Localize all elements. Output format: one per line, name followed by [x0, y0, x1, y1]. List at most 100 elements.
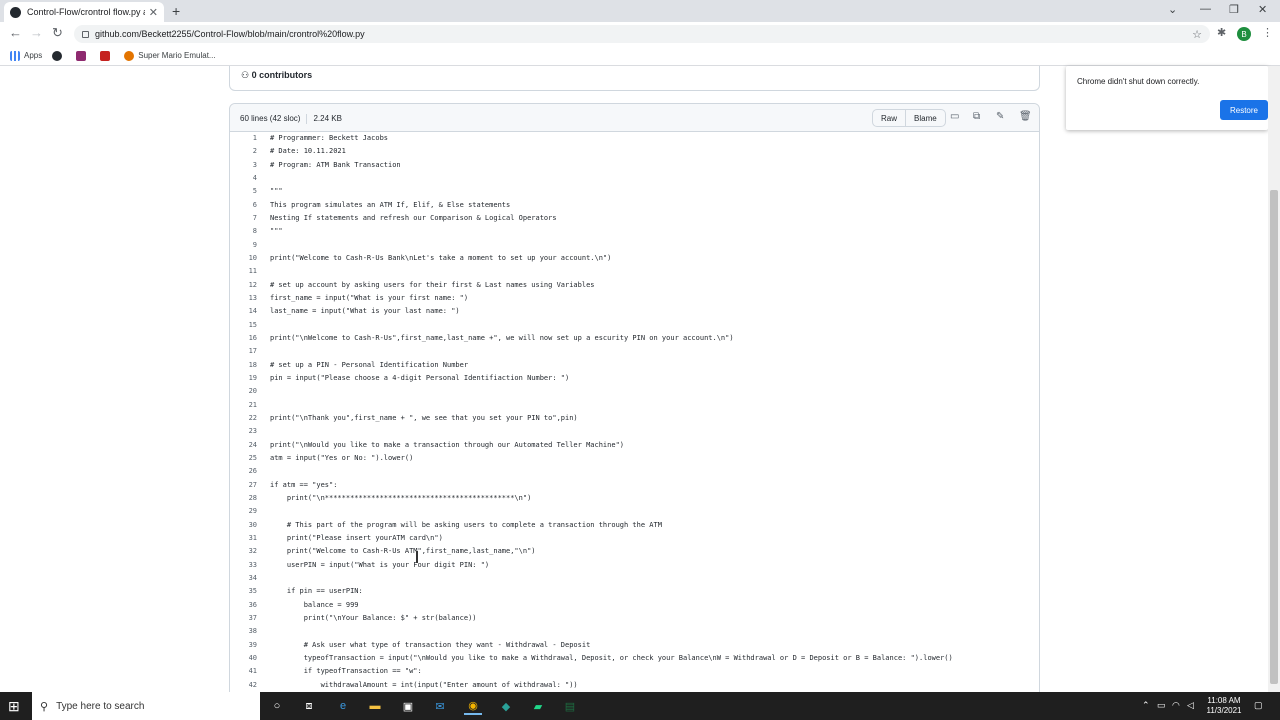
scrollbar-thumb[interactable]: [1270, 190, 1278, 684]
search-placeholder: Type here to search: [56, 700, 145, 712]
line-number[interactable]: 25: [230, 454, 257, 462]
line-number[interactable]: 34: [230, 574, 257, 582]
back-icon[interactable]: ←: [9, 25, 22, 40]
new-tab-icon[interactable]: +: [172, 3, 180, 19]
bookmark-apps[interactable]: Apps: [10, 50, 43, 61]
code-line: 41 if typeofTransaction == "w":: [230, 667, 1039, 680]
restore-window-icon[interactable]: ❐: [1229, 3, 1239, 16]
chrome-icon[interactable]: ◉: [464, 697, 482, 715]
line-number[interactable]: 2: [230, 147, 257, 155]
restore-button[interactable]: Restore: [1220, 100, 1268, 120]
file-explorer-icon[interactable]: ▬: [366, 697, 384, 715]
menu-icon[interactable]: ⋮: [1262, 26, 1273, 39]
line-number[interactable]: 31: [230, 534, 257, 542]
address-bar[interactable]: github.com/Beckett2255/Control-Flow/blob…: [74, 25, 1210, 43]
line-number[interactable]: 20: [230, 387, 257, 395]
bookmark-super-mario[interactable]: Super Mario Emulat...: [124, 50, 216, 61]
line-number[interactable]: 6: [230, 201, 257, 209]
close-tab-icon[interactable]: ✕: [149, 6, 158, 19]
line-number[interactable]: 12: [230, 281, 257, 289]
code-line: 16 print("\nWelcome to Cash-R-Us",first_n…: [230, 334, 1039, 347]
close-window-icon[interactable]: ✕: [1258, 3, 1267, 16]
line-number[interactable]: 26: [230, 467, 257, 475]
excel-icon[interactable]: ▤: [561, 697, 579, 715]
reload-icon[interactable]: ↻: [52, 25, 63, 41]
tray-chevron-icon[interactable]: ⌃: [1142, 700, 1150, 711]
line-number[interactable]: 32: [230, 547, 257, 555]
pencil-icon[interactable]: ✎: [996, 111, 1004, 122]
tab-active[interactable]: Control-Flow/crontrol flow.py at ✕: [4, 2, 164, 22]
divider: [306, 114, 308, 124]
pycharm-icon[interactable]: ▰: [529, 697, 547, 715]
line-number[interactable]: 11: [230, 267, 257, 275]
trash-icon[interactable]: 🗑: [1019, 111, 1032, 122]
line-number[interactable]: 40: [230, 654, 257, 662]
blame-button[interactable]: Blame: [906, 109, 946, 127]
task-view-icon[interactable]: ⧈: [300, 697, 318, 715]
bookmark-label: Apps: [24, 51, 43, 60]
line-number[interactable]: 33: [230, 561, 257, 569]
line-number[interactable]: 1: [230, 134, 257, 142]
raw-button[interactable]: Raw: [872, 109, 907, 127]
line-number[interactable]: 28: [230, 494, 257, 502]
line-number[interactable]: 30: [230, 521, 257, 529]
line-number[interactable]: 9: [230, 241, 257, 249]
line-number[interactable]: 14: [230, 307, 257, 315]
contributors-count[interactable]: 0 contributors: [252, 70, 313, 80]
line-number[interactable]: 41: [230, 667, 257, 675]
line-number[interactable]: 29: [230, 507, 257, 515]
line-number[interactable]: 27: [230, 481, 257, 489]
line-number[interactable]: 23: [230, 427, 257, 435]
line-number[interactable]: 24: [230, 441, 257, 449]
bookmark-github[interactable]: [52, 50, 66, 61]
taskbar-clock[interactable]: 11:08 AM 11/3/2021: [1200, 696, 1248, 716]
search-icon: ⚲: [40, 700, 49, 713]
line-number[interactable]: 21: [230, 401, 257, 409]
bookmark-2[interactable]: [76, 50, 90, 61]
line-number[interactable]: 10: [230, 254, 257, 262]
line-number[interactable]: 22: [230, 414, 257, 422]
line-number[interactable]: 17: [230, 347, 257, 355]
line-number[interactable]: 5: [230, 187, 257, 195]
line-number[interactable]: 13: [230, 294, 257, 302]
minimize-icon[interactable]: —: [1200, 3, 1211, 15]
cortana-icon[interactable]: ○: [268, 697, 286, 715]
profile-avatar[interactable]: B: [1237, 27, 1251, 41]
line-number[interactable]: 42: [230, 681, 257, 689]
bookmark-3[interactable]: [100, 50, 114, 61]
line-number[interactable]: 19: [230, 374, 257, 382]
line-number[interactable]: 4: [230, 174, 257, 182]
taskbar-search[interactable]: ⚲ Type here to search: [32, 692, 260, 720]
bookmark-star-icon[interactable]: ☆: [1192, 28, 1202, 41]
code-line: 20: [230, 387, 1039, 400]
forward-icon[interactable]: →: [30, 25, 43, 40]
desktop-icon[interactable]: ▭: [950, 111, 959, 122]
wifi-icon[interactable]: ◠: [1172, 700, 1180, 711]
copy-icon[interactable]: ⧉: [973, 111, 980, 122]
extensions-icon[interactable]: ✱: [1217, 26, 1226, 39]
line-number[interactable]: 37: [230, 614, 257, 622]
notifications-icon[interactable]: ▢: [1254, 700, 1263, 711]
line-number[interactable]: 8: [230, 227, 257, 235]
network-icon[interactable]: ▭: [1157, 700, 1166, 711]
line-number[interactable]: 36: [230, 601, 257, 609]
page-scrollbar[interactable]: [1268, 66, 1280, 692]
line-number[interactable]: 39: [230, 641, 257, 649]
tab-search-icon[interactable]: ⌄: [1168, 3, 1177, 16]
edge-icon[interactable]: e: [334, 697, 352, 715]
python-icon[interactable]: ◆: [497, 697, 515, 715]
line-number[interactable]: 18: [230, 361, 257, 369]
store-icon[interactable]: ▣: [399, 697, 417, 715]
volume-icon[interactable]: ◁: [1187, 700, 1194, 711]
code-line: 8 """: [230, 227, 1039, 240]
mail-icon[interactable]: ✉: [431, 697, 449, 715]
line-number[interactable]: 16: [230, 334, 257, 342]
line-number[interactable]: 35: [230, 587, 257, 595]
line-number[interactable]: 38: [230, 627, 257, 635]
bookmark-label: Super Mario Emulat...: [138, 51, 216, 60]
line-number[interactable]: 7: [230, 214, 257, 222]
windows-start-icon[interactable]: ⊞: [8, 698, 20, 715]
line-number[interactable]: 3: [230, 161, 257, 169]
line-number[interactable]: 15: [230, 321, 257, 329]
code-line: 35 if pin == userPIN:: [230, 587, 1039, 600]
